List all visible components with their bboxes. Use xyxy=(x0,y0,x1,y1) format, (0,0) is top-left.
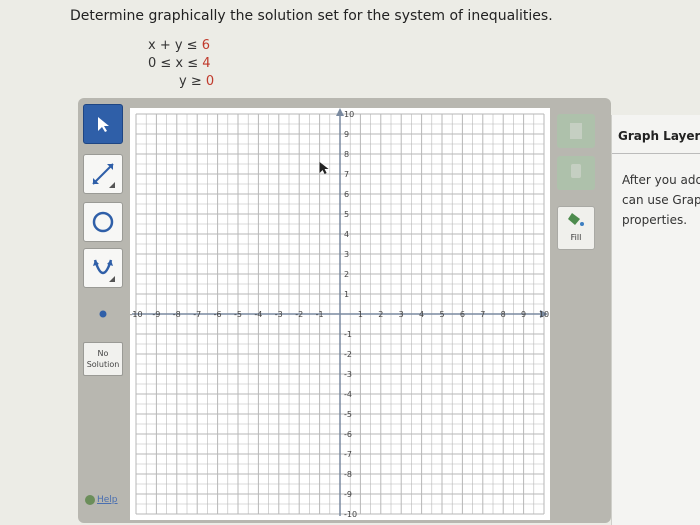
graph-layers-title: Graph Layers xyxy=(618,129,700,143)
coordinate-graph[interactable]: -10 -9 -8 -7 -6 -5 -4 -3 -2 -1 1 2 3 4 5 6 7 8 9 10 10 9 8 7 6 5 4… xyxy=(130,108,550,520)
graph-layers-panel: Graph Layers After you add can use Grapl… xyxy=(611,115,700,525)
fill-label: Fill xyxy=(570,233,582,242)
x-tick-label: 1 xyxy=(358,310,363,319)
inequality-2-rhs: 4 xyxy=(202,56,211,71)
parabola-icon xyxy=(93,259,115,282)
x-tick-label: 10 xyxy=(539,310,549,319)
help-label: Help xyxy=(97,495,118,505)
x-tick-label: 3 xyxy=(399,310,404,319)
circle-icon xyxy=(92,211,114,233)
y-tick-label: -5 xyxy=(344,410,352,419)
layers-text-line-3: properties. xyxy=(622,213,688,227)
x-tick-label: 4 xyxy=(419,310,424,319)
fill-button[interactable]: Fill xyxy=(557,206,595,250)
circle-tool-button[interactable] xyxy=(83,202,123,242)
y-tick-label: -7 xyxy=(344,450,352,459)
y-tick-label: 7 xyxy=(344,170,349,179)
x-tick-label: 8 xyxy=(501,310,506,319)
x-tick-label: 5 xyxy=(439,310,444,319)
inequality-1-rhs: 6 xyxy=(201,38,210,53)
inequality-3-lhs: y ≥ xyxy=(179,74,206,89)
y-tick-label: -10 xyxy=(344,510,357,519)
line-icon xyxy=(92,163,115,188)
y-tick-label: -2 xyxy=(344,350,352,359)
y-tick-label: -1 xyxy=(344,330,352,339)
y-tick-label: -6 xyxy=(344,430,352,439)
inequality-1-lhs: x + y ≤ xyxy=(148,38,202,53)
layers-text-line-2: can use Grapl xyxy=(622,193,700,207)
drawing-toolbar: No Solution Help xyxy=(80,102,126,519)
parabola-tool-button[interactable] xyxy=(83,248,123,288)
y-tick-label: 8 xyxy=(344,150,349,159)
x-tick-label: 9 xyxy=(521,310,526,319)
y-tick-label: -8 xyxy=(344,470,352,479)
layers-text-line-1: After you add xyxy=(622,173,700,187)
y-tick-label: 4 xyxy=(344,230,349,239)
x-tick-label: -8 xyxy=(173,310,181,319)
inequality-2: 0 ≤ x ≤ 4 xyxy=(148,56,211,71)
inequality-3: y ≥ 0 xyxy=(179,74,214,89)
inequality-3-rhs: 0 xyxy=(205,74,215,89)
y-tick-label: -9 xyxy=(344,490,352,499)
delete-button[interactable] xyxy=(557,114,595,148)
y-tick-label: 2 xyxy=(344,270,349,279)
y-tick-label: 3 xyxy=(344,250,349,259)
layers-divider xyxy=(612,153,700,154)
help-link[interactable]: Help xyxy=(85,495,118,505)
clear-button[interactable] xyxy=(557,156,595,190)
y-tick-label: 5 xyxy=(344,210,349,219)
y-tick-label: -3 xyxy=(344,370,352,379)
x-tick-label: -7 xyxy=(193,310,201,319)
x-tick-label: -10 xyxy=(130,310,143,319)
x-tick-label: -6 xyxy=(214,310,222,319)
x-tick-label: -5 xyxy=(234,310,242,319)
y-tick-label: 9 xyxy=(344,130,349,139)
x-tick-label: 2 xyxy=(378,310,383,319)
y-tick-label: 10 xyxy=(344,110,354,119)
x-tick-label: 6 xyxy=(460,310,465,319)
no-solution-button[interactable]: No Solution xyxy=(83,342,123,376)
fill-bucket-icon xyxy=(568,213,584,226)
graph-layers-text: After you add can use Grapl properties. xyxy=(622,170,700,230)
eraser-icon xyxy=(571,164,581,178)
x-tick-label: -2 xyxy=(295,310,303,319)
point-tool-button[interactable] xyxy=(83,294,123,334)
line-tool-button[interactable] xyxy=(83,154,123,194)
y-tick-label: 1 xyxy=(344,290,349,299)
help-icon xyxy=(85,495,95,505)
x-tick-label: 7 xyxy=(480,310,485,319)
x-tick-label: -4 xyxy=(254,310,262,319)
y-tick-label: 6 xyxy=(344,190,349,199)
y-tick-label: -4 xyxy=(344,390,352,399)
question-text: Determine graphically the solution set f… xyxy=(70,8,553,24)
inequality-1: x + y ≤ 6 xyxy=(148,38,210,53)
pointer-tool-button[interactable] xyxy=(83,104,123,144)
x-tick-label: -3 xyxy=(275,310,283,319)
x-tick-label: -1 xyxy=(316,310,324,319)
pointer-icon xyxy=(98,117,109,132)
x-tick-label: -9 xyxy=(152,310,160,319)
inequality-2-lhs: 0 ≤ x ≤ xyxy=(148,56,203,71)
point-icon xyxy=(99,310,107,318)
trash-icon xyxy=(570,123,582,139)
